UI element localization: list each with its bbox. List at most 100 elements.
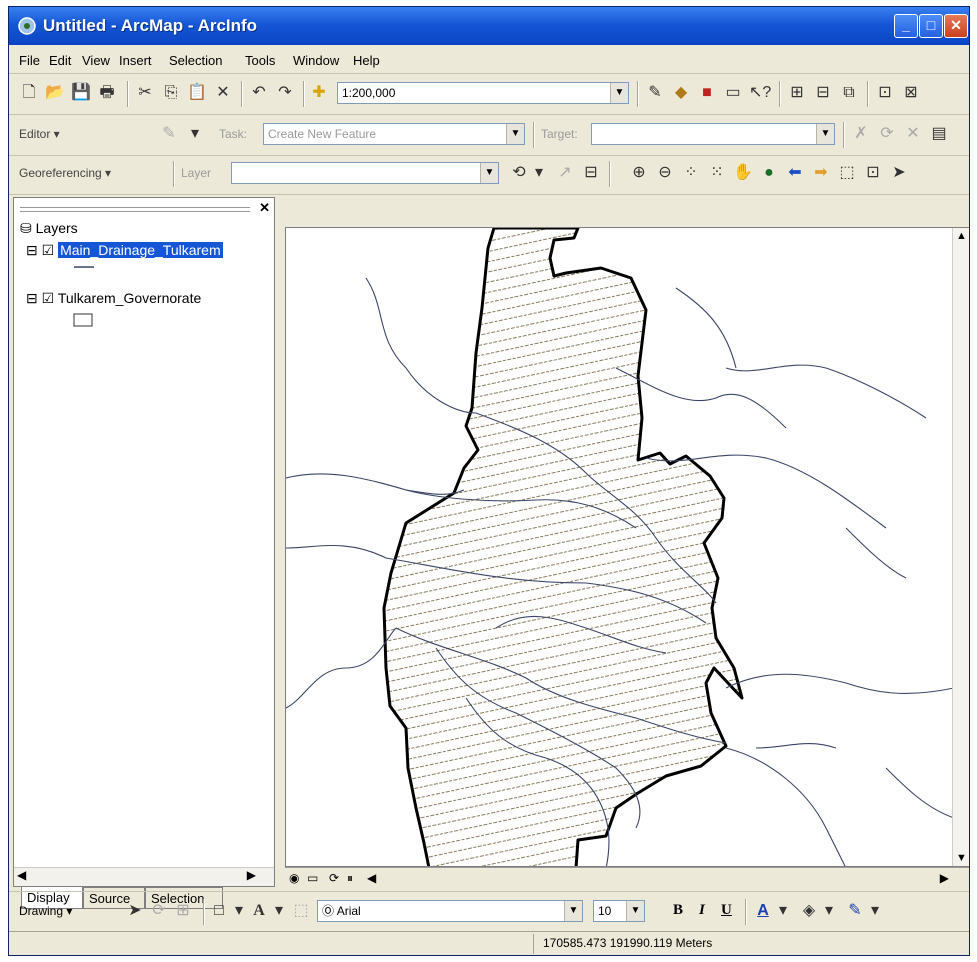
delete-feature-icon[interactable]: ✕ [903,124,923,144]
select-features-icon[interactable]: ⬚ [837,163,857,183]
georeferencing-menu-button[interactable]: Georeferencing ▾ [19,166,111,180]
chevron-down-icon[interactable]: ▾ [819,901,839,921]
scroll-down-icon[interactable]: ▼ [956,852,967,864]
add-data-icon[interactable]: ✚ [309,83,329,103]
font-color-icon[interactable]: A [753,901,773,921]
chevron-down-icon[interactable]: ▾ [229,901,249,921]
undo-icon[interactable]: ↶ [249,83,269,103]
new-document-icon[interactable]: 🗋 [19,83,39,103]
menu-selection[interactable]: Selection [169,53,222,68]
globe-view-icon[interactable]: ◉ [289,871,299,885]
chevron-down-icon[interactable]: ▼ [480,163,498,183]
command-line-icon[interactable]: ▭ [723,83,743,103]
cut-icon[interactable]: ✂ [135,83,155,103]
target-combo[interactable]: ▼ [591,123,835,145]
fixed-zoom-in-icon[interactable]: ⁘ [681,163,701,183]
full-extent-icon[interactable]: ⧉ [839,83,859,103]
menu-help[interactable]: Help [353,53,380,68]
toc-horizontal-scrollbar[interactable]: ◀ ▶ [14,867,274,886]
close-button[interactable]: ✕ [944,14,968,38]
layout-view-icon[interactable]: ▭ [307,871,318,885]
menu-insert[interactable]: Insert [119,53,152,68]
save-icon[interactable]: 💾 [71,83,91,103]
font-combo[interactable]: Ⓞ Arial ▼ [317,900,583,922]
menu-edit[interactable]: Edit [49,53,71,68]
fixed-zoom-out-icon[interactable]: ⁙ [707,163,727,183]
refresh-icon[interactable]: ⟳ [329,871,339,885]
zoom-out-icon[interactable]: ⊖ [655,163,675,183]
task-combo[interactable]: Create New Feature ▼ [263,123,525,145]
font-size-combo[interactable]: 10 ▼ [593,900,645,922]
chevron-down-icon[interactable]: ▾ [529,163,549,183]
sketch-tool-icon[interactable]: ✎ [159,124,179,144]
paste-icon[interactable]: 📋 [187,83,207,103]
rotate-tool-icon[interactable]: ⟳ [877,124,897,144]
georef-layer-combo[interactable]: ▼ [231,162,499,184]
menu-tools[interactable]: Tools [245,53,275,68]
toc-layer-row[interactable]: ⊟ ☑ Main_Drainage_Tulkarem [26,242,223,259]
delete-icon[interactable]: ✕ [213,83,233,103]
minimize-button[interactable]: _ [894,14,918,38]
rectangle-tool-icon[interactable]: □ [209,901,229,921]
drawing-menu-button[interactable]: Drawing ▾ [19,904,72,918]
zoom-whole-page-icon[interactable]: ⊞ [173,901,193,921]
map-display[interactable]: ▲ ▼ [285,227,969,867]
scroll-left-icon[interactable]: ◀ [367,871,376,885]
whats-this-help-icon[interactable]: ↖? [749,83,771,103]
toc-layer-row[interactable]: ⊟ ☑ Tulkarem_Governorate [26,290,201,307]
zoom-in-icon[interactable]: ⊕ [629,163,649,183]
map-vertical-scrollbar[interactable]: ▲ ▼ [952,228,969,866]
attributes-icon[interactable]: ▤ [929,124,949,144]
rotate-element-icon[interactable]: ⟳ [149,901,169,921]
editor-menu-button[interactable]: Editor ▾ [19,127,60,141]
arccatalog-icon[interactable]: ◆ [671,83,691,103]
layer-name[interactable]: Tulkarem_Governorate [58,290,201,306]
scroll-right-icon[interactable]: ▶ [247,868,256,882]
redo-icon[interactable]: ↷ [275,83,295,103]
zoom-in-fixed-icon[interactable]: ⊞ [787,83,807,103]
maximize-button[interactable]: □ [919,14,943,38]
chevron-down-icon[interactable]: ▼ [564,901,582,921]
split-tool-icon[interactable]: ✗ [851,124,871,144]
scroll-left-icon[interactable]: ◀ [17,868,26,882]
select-elements-icon[interactable]: ➤ [889,163,909,183]
tulkarem-governorate-polygon[interactable] [382,228,744,867]
chevron-down-icon[interactable]: ▾ [269,901,289,921]
collapse-icon[interactable]: ⊟ [26,290,38,306]
pause-drawing-icon[interactable]: ⏸ [347,871,353,886]
zoom-out-fixed-icon[interactable]: ⊟ [813,83,833,103]
chevron-down-icon[interactable]: ▼ [816,124,834,144]
scroll-right-icon[interactable]: ▶ [940,871,949,885]
clear-selection-icon[interactable]: ⊡ [863,163,883,183]
layers-root[interactable]: ⛁ Layers [20,220,78,237]
underline-button[interactable]: U [721,902,732,919]
close-icon[interactable]: ✕ [259,200,270,216]
print-icon[interactable]: 🖶 [97,83,117,103]
italic-button[interactable]: I [699,902,705,919]
layer-visibility-checkbox[interactable]: ☑ [42,290,55,306]
select-elements-icon[interactable]: ➤ [125,901,145,921]
menu-window[interactable]: Window [293,53,339,68]
chevron-down-icon[interactable]: ▼ [506,124,524,144]
scroll-up-icon[interactable]: ▲ [956,230,967,242]
toc-grip[interactable] [20,207,250,212]
bold-button[interactable]: B [673,902,683,919]
layout-view-icon[interactable]: ⊡ [875,83,895,103]
layer-visibility-checkbox[interactable]: ☑ [42,242,55,258]
map-scale-combo[interactable]: 1:200,000 ▼ [337,82,629,104]
chevron-down-icon[interactable]: ▼ [610,83,628,103]
line-color-icon[interactable]: ✎ [845,901,865,921]
editor-toolbar-icon[interactable]: ✎ [645,83,665,103]
collapse-icon[interactable]: ⊟ [26,242,38,258]
open-folder-icon[interactable]: 📂 [45,83,65,103]
arctoolbox-icon[interactable]: ■ [697,83,717,103]
layer-name[interactable]: Main_Drainage_Tulkarem [58,242,223,258]
data-view-icon[interactable]: ⊠ [901,83,921,103]
chevron-down-icon[interactable]: ▾ [773,901,793,921]
title-bar[interactable]: Untitled - ArcMap - ArcInfo _ □ ✕ [9,7,969,45]
menu-view[interactable]: View [82,53,110,68]
menu-file[interactable]: File [19,53,40,68]
back-extent-icon[interactable]: ⬅ [785,163,805,183]
forward-extent-icon[interactable]: ➡ [811,163,831,183]
edit-vertices-icon[interactable]: ⬚ [291,901,311,921]
